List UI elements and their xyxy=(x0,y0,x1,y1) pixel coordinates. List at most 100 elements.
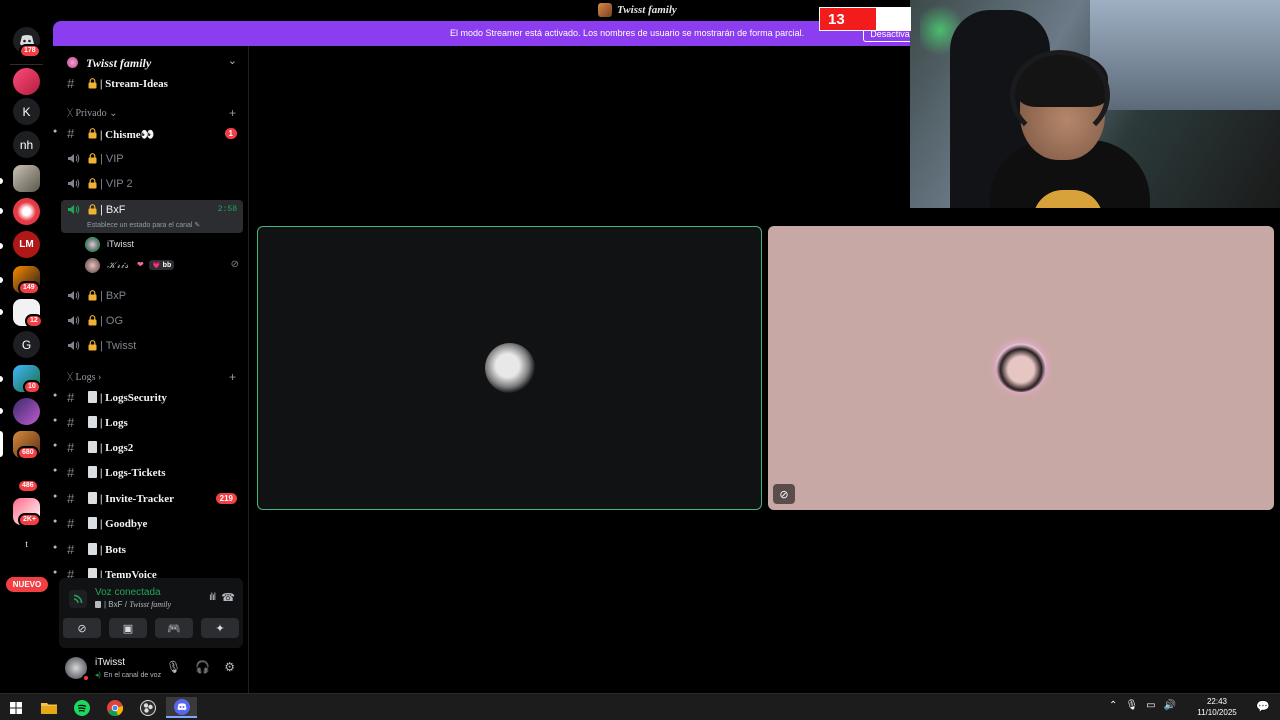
channel-logs2[interactable]: ● # | Logs2 xyxy=(53,438,249,460)
channel-status-prompt[interactable]: Establece un estado para el canal ✎ xyxy=(87,221,200,229)
chrome-button[interactable] xyxy=(104,697,126,718)
document-icon xyxy=(88,416,97,428)
channel-logssecurity[interactable]: ● # | LogsSecurity xyxy=(53,388,249,410)
text-channel-icon: # xyxy=(67,542,75,557)
unread-pill xyxy=(0,408,3,414)
document-icon xyxy=(88,441,97,453)
clock-time: 22:43 xyxy=(1206,697,1228,706)
discord-taskbar-button[interactable] xyxy=(166,697,197,718)
document-icon xyxy=(88,466,97,478)
channel-og[interactable]: | OG xyxy=(53,311,249,333)
server-icon-nh[interactable]: nh xyxy=(13,131,40,158)
server-icon-k[interactable]: K xyxy=(13,98,40,125)
server-icon-4[interactable]: LM xyxy=(13,231,40,258)
headphones-icon[interactable]: 🎧 xyxy=(195,660,210,674)
document-icon xyxy=(88,492,97,504)
window-title-text: Twisst family xyxy=(617,4,677,16)
channel-tempvoice[interactable]: ● # | TempVoice xyxy=(53,565,249,578)
volume-icon[interactable]: 🔊 xyxy=(1164,700,1176,711)
clock-date: 11/10/2025 xyxy=(1197,708,1237,717)
notification-icon[interactable]: 💬 xyxy=(1256,700,1270,713)
channel-name: | Twisst xyxy=(100,340,137,352)
spotify-icon xyxy=(74,699,90,716)
muted-icon: ⊘ xyxy=(773,484,795,504)
server-folder[interactable]: t xyxy=(13,531,40,558)
signal-icon xyxy=(69,590,87,608)
category-privado[interactable]: ᚷ Privado ⌄ xyxy=(67,108,118,119)
add-channel-icon[interactable]: + xyxy=(229,106,236,120)
speaker-icon xyxy=(68,341,80,350)
voice-guild-name: Twisst family xyxy=(129,600,172,609)
channel-logs-tickets[interactable]: ● # | Logs-Tickets xyxy=(53,463,249,485)
voice-connected-label[interactable]: Voz conectada xyxy=(95,587,161,598)
direct-messages-button[interactable]: 178 xyxy=(13,27,41,58)
server-icon-6[interactable]: 12 xyxy=(13,299,43,328)
channel-bxf[interactable]: | BxF 2:58 xyxy=(53,200,249,222)
noise-suppression-icon[interactable]: ılıl xyxy=(209,592,216,603)
user-status-text: En el canal de voz xyxy=(103,672,162,679)
voice-tile-kris[interactable]: ⊘ xyxy=(768,226,1274,510)
server-icon-9[interactable]: 486 xyxy=(13,464,40,493)
soundboard-button[interactable]: ✦ xyxy=(201,618,239,638)
add-channel-icon[interactable]: + xyxy=(229,370,236,384)
screen-share-button[interactable]: ▣ xyxy=(109,618,147,638)
camera-off-button[interactable]: ⊘ xyxy=(63,618,101,638)
server-icon-8[interactable] xyxy=(13,398,40,425)
server-icon-10[interactable]: 2K+ xyxy=(13,498,42,527)
category-logs[interactable]: ᚷ Logs › xyxy=(67,372,101,383)
chevron-down-icon: ⌄ xyxy=(227,55,237,67)
obs-icon xyxy=(140,699,156,716)
microphone-icon[interactable]: 🎙 xyxy=(166,660,181,674)
channel-name: | Bots xyxy=(100,544,126,556)
channel-bots[interactable]: ● # | Bots xyxy=(53,540,249,562)
channel-name: | VIP xyxy=(100,153,124,165)
guild-header[interactable]: Twisst family ⌄ xyxy=(53,52,249,74)
voice-user-itwisst[interactable]: iTwisst xyxy=(85,236,243,254)
server-icon-3[interactable] xyxy=(13,198,40,225)
server-icon-7[interactable]: 10 xyxy=(13,365,41,394)
channel-logs[interactable]: ● # | Logs xyxy=(53,413,249,435)
activities-button[interactable]: 🎮 xyxy=(155,618,193,638)
microphone-icon[interactable]: 🎙 xyxy=(1125,700,1138,711)
channel-sidebar: Twisst family ⌄ # | Stream-Ideas ᚷ Priva… xyxy=(53,46,249,693)
channel-vip[interactable]: | VIP xyxy=(53,149,249,171)
spotify-button[interactable] xyxy=(71,697,93,718)
server-icon-g[interactable]: G xyxy=(13,331,40,358)
unread-pill xyxy=(0,277,3,283)
unread-bullet-icon: ● xyxy=(53,544,58,551)
user-tag: 💗 bb xyxy=(149,260,175,270)
avatar xyxy=(85,237,100,252)
text-channel-icon: # xyxy=(67,440,75,455)
username[interactable]: iTwisst xyxy=(95,657,125,668)
clock[interactable]: 22:43 11/10/2025 xyxy=(1192,696,1242,718)
text-channel-icon: # xyxy=(67,76,75,91)
disconnect-icon[interactable]: ☎ xyxy=(221,591,235,604)
unread-pill xyxy=(0,178,3,184)
channel-goodbye[interactable]: ● # | Goodbye xyxy=(53,514,249,536)
channel-bxp[interactable]: | BxP xyxy=(53,286,249,308)
unread-bullet-icon: ● xyxy=(53,417,58,424)
channel-stream-ideas[interactable]: # | Stream-Ideas xyxy=(53,74,249,96)
mention-badge: 2K+ xyxy=(18,513,42,527)
file-explorer-button[interactable] xyxy=(38,697,60,718)
voice-user-kris[interactable]: 𝒦𝓇𝒾𝓈 ❤ 💗 bb ⊘ xyxy=(85,257,243,275)
start-button[interactable] xyxy=(5,697,27,718)
channel-name: | Logs-Tickets xyxy=(100,467,166,479)
chrome-icon xyxy=(107,699,123,716)
avatar xyxy=(485,343,535,393)
gear-icon[interactable]: ⚙ xyxy=(224,660,235,674)
server-icon-twisst-family[interactable]: 680 xyxy=(13,431,40,460)
channel-chisme[interactable]: ● # | Chisme👀 1 xyxy=(53,124,249,146)
channel-invite-tracker[interactable]: ● # | Invite-Tracker 219 xyxy=(53,489,249,511)
channel-twisst[interactable]: | Twisst xyxy=(53,336,249,358)
voice-tile-itwisst[interactable] xyxy=(257,226,762,510)
network-icon[interactable]: ▭ xyxy=(1146,700,1155,711)
channel-vip-2[interactable]: | VIP 2 xyxy=(53,174,249,196)
chevron-up-icon[interactable]: ⌃ xyxy=(1109,700,1117,711)
server-icon-1[interactable] xyxy=(13,68,40,95)
server-icon-5[interactable]: 149 xyxy=(13,266,40,295)
channel-name: | Logs xyxy=(100,417,128,429)
voice-channel-path[interactable]: | BxF / Twisst family xyxy=(95,600,171,609)
server-icon-2[interactable] xyxy=(13,165,40,192)
obs-button[interactable] xyxy=(137,697,159,718)
